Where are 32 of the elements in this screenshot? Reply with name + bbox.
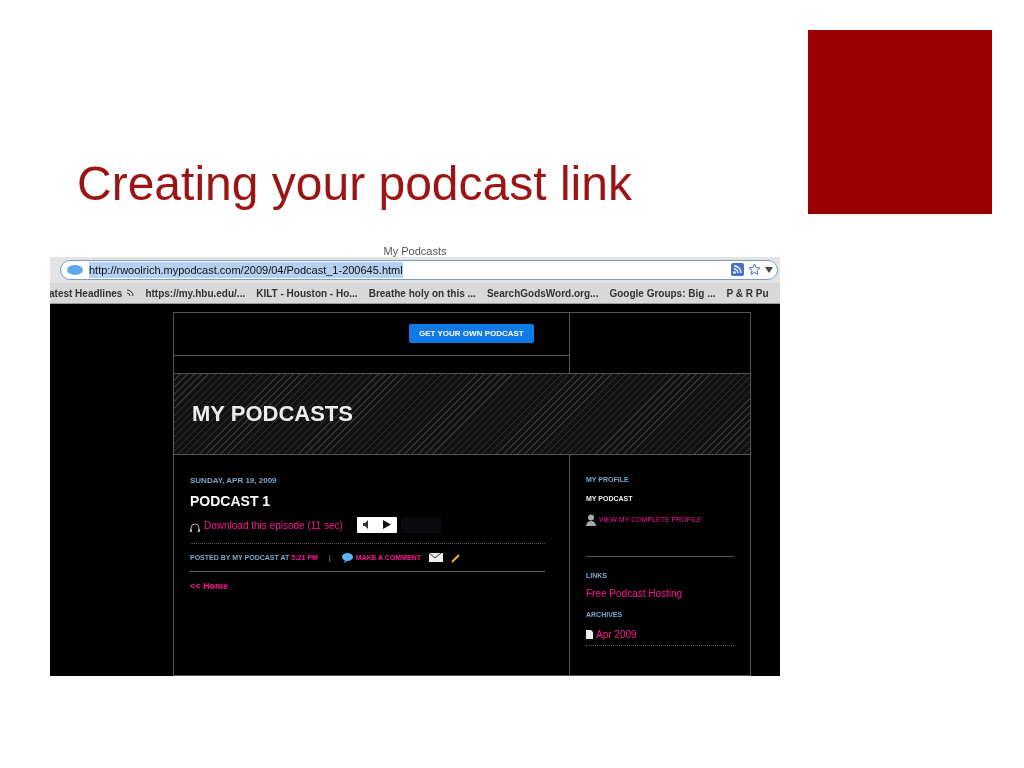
email-icon[interactable]	[429, 553, 443, 563]
audio-player[interactable]	[356, 517, 397, 533]
bookmark-link[interactable]: SearchGodsWord.org...	[486, 285, 599, 301]
url-text: http://rwoolrich.mypodcast.com/2009/04/Podcast_1-200645.html	[89, 261, 403, 279]
separator-text: |	[328, 552, 331, 564]
slide-title: Creating your podcast link	[77, 156, 632, 212]
post-date: SUNDAY, APR 19, 2009	[190, 475, 278, 487]
post-title: PODCAST 1	[190, 492, 272, 511]
get-podcast-button[interactable]: GET YOUR OWN PODCAST	[409, 324, 534, 344]
url-field[interactable]: http://rwoolrich.mypodcast.com/2009/04/Podcast_1-200645.html	[60, 259, 778, 280]
headphones-icon	[190, 523, 200, 533]
star-icon[interactable]	[748, 263, 761, 277]
play-icon[interactable]	[383, 520, 392, 530]
home-link[interactable]: << Home	[190, 580, 229, 594]
archive-link[interactable]: Apr 2009	[596, 627, 637, 642]
banner-title: MY PODCASTS	[192, 400, 353, 429]
bookmark-link[interactable]: Breathe holy on this ...	[368, 285, 476, 301]
download-link[interactable]: Download this episode (11 sec)	[204, 518, 343, 533]
bookmark-link[interactable]: https://my.hbu.edu/...	[145, 285, 246, 301]
person-icon	[586, 514, 596, 526]
bookmark-link[interactable]: KILT - Houston - Ho...	[256, 285, 358, 301]
window-title: My Podcasts	[383, 245, 447, 257]
feed-icon	[126, 289, 135, 298]
dropdown-caret-icon[interactable]	[765, 266, 773, 273]
speech-bubble-icon	[341, 553, 353, 563]
document-icon	[586, 630, 593, 639]
feed-icon[interactable]	[731, 263, 744, 277]
bookmark-link[interactable]: atest Headlines	[50, 285, 135, 301]
sidebar-link[interactable]: Free Podcast Hosting	[586, 586, 734, 602]
pencil-icon[interactable]	[451, 553, 461, 563]
bookmark-link[interactable]: Google Groups: Big ...	[609, 285, 716, 301]
bookmark-link[interactable]: P & R Pu	[726, 285, 769, 301]
